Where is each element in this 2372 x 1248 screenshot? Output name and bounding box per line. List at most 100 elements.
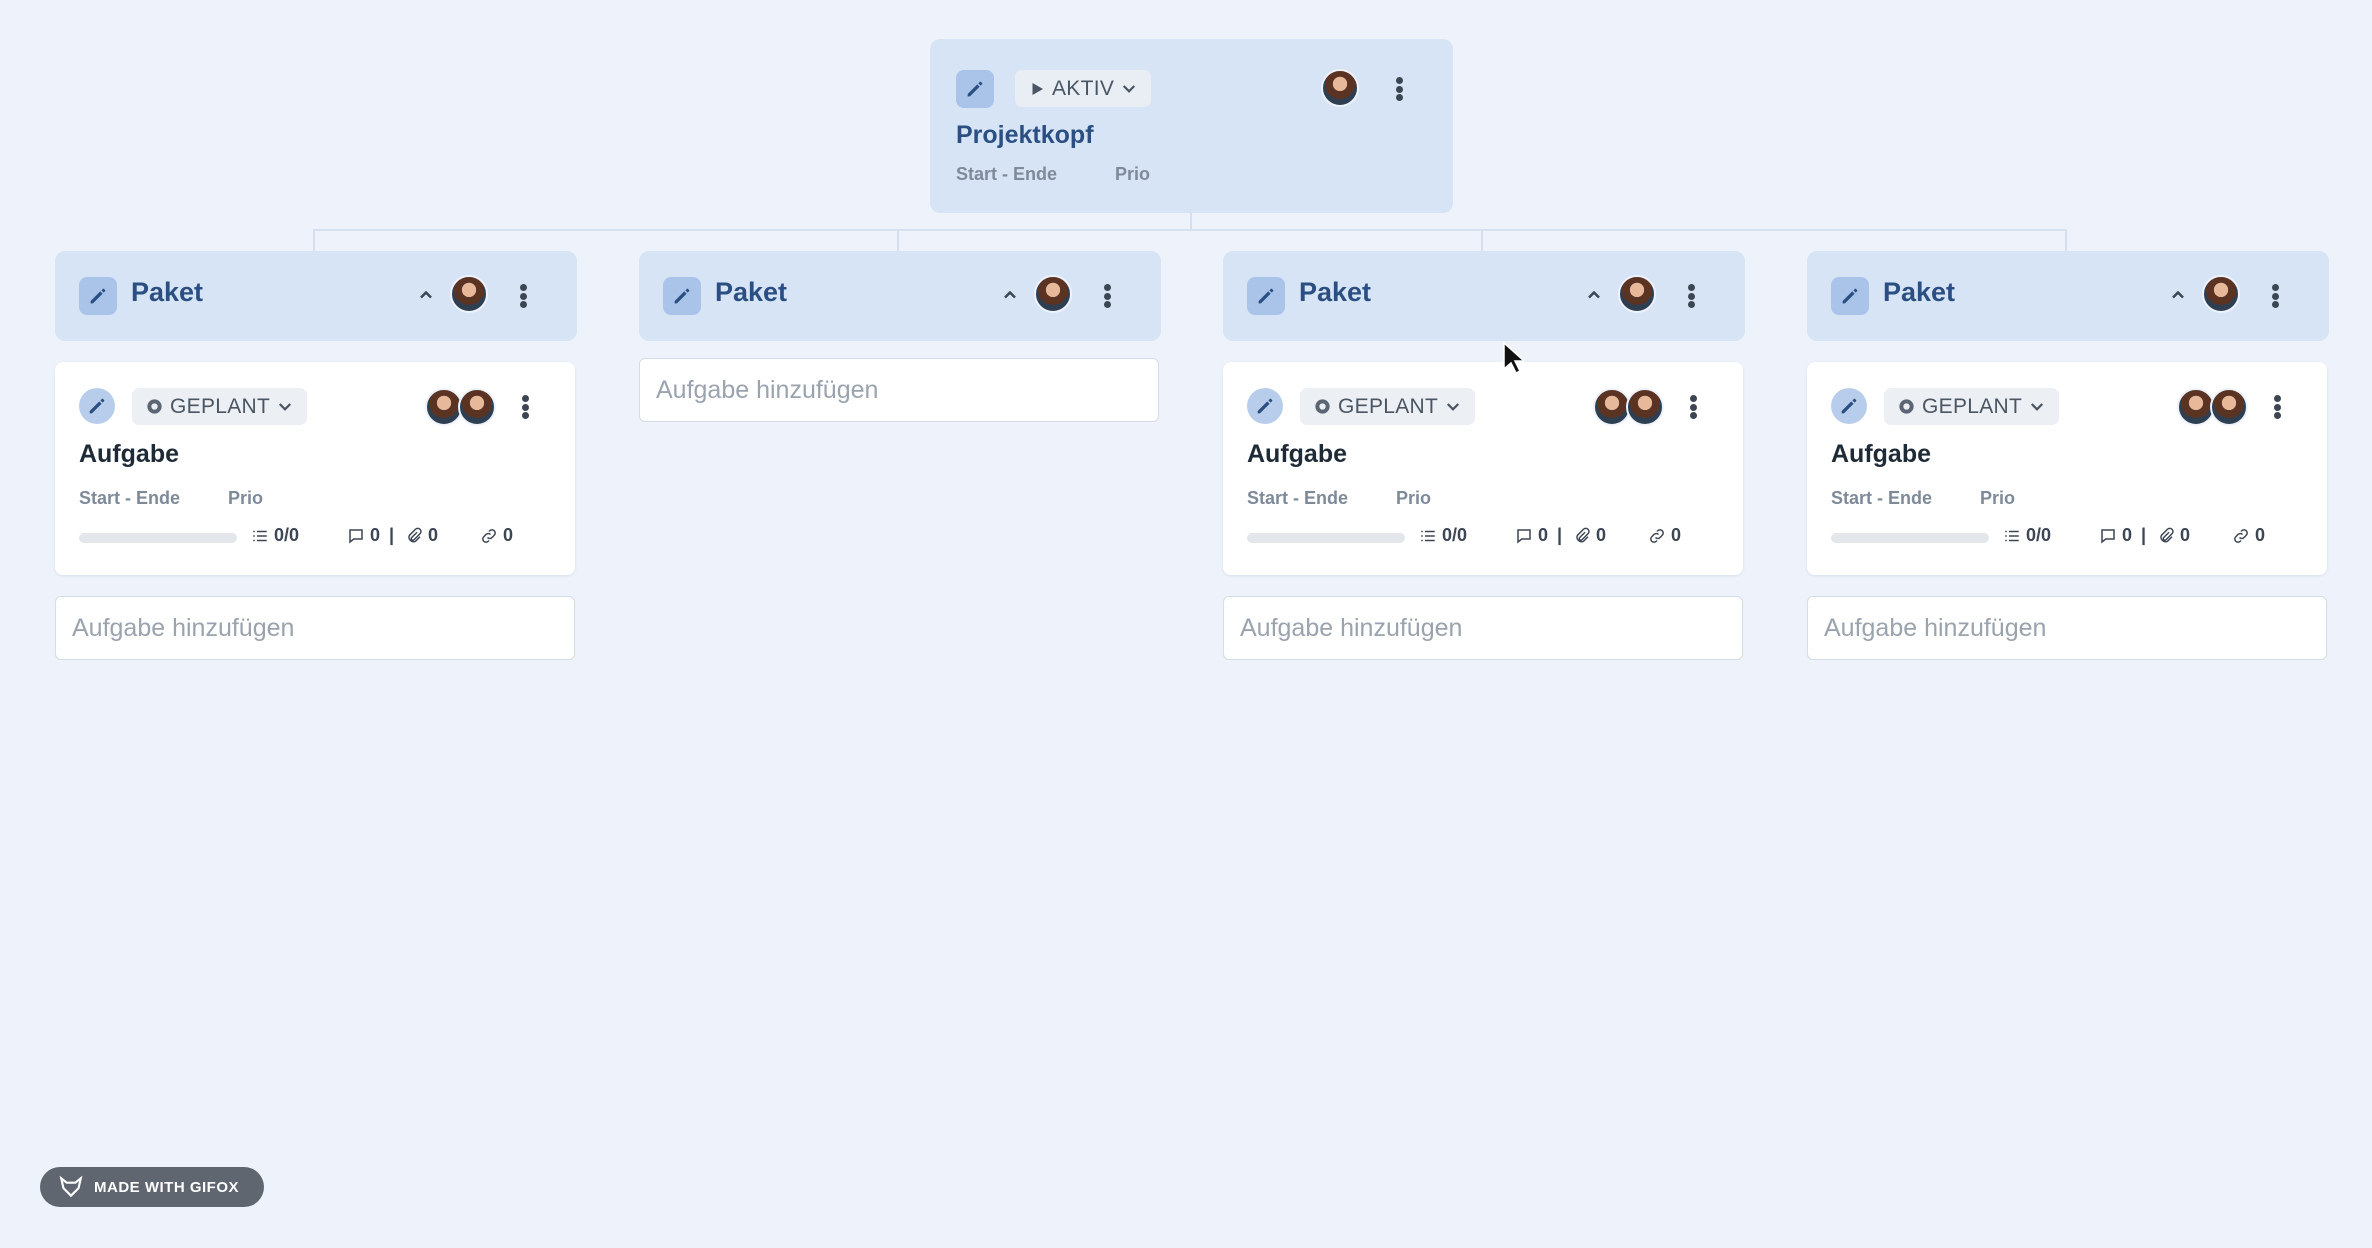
task-card[interactable]: GEPLANT Aufgabe Start - Ende Prio 0/0 0 … — [55, 362, 575, 575]
pencil-icon — [89, 398, 105, 414]
link-value: 0 — [503, 525, 514, 545]
pencil-icon — [1842, 288, 1858, 304]
task-status-label: GEPLANT — [170, 394, 271, 418]
checklist-count[interactable]: 0/0 — [1419, 525, 1467, 546]
avatar[interactable] — [1321, 69, 1359, 107]
task-card[interactable]: GEPLANT Aufgabe Start - Ende Prio 0/0 0 … — [1223, 362, 1743, 575]
task-menu-kebab-icon[interactable] — [520, 390, 530, 424]
avatar[interactable] — [450, 275, 488, 313]
package-title[interactable]: Paket — [131, 277, 203, 308]
task-progress-bar — [1247, 533, 1405, 543]
project-header-card[interactable]: AKTIV Projektkopf Start - Ende Prio — [930, 39, 1453, 213]
avatar[interactable] — [1618, 275, 1656, 313]
package-header[interactable]: Paket — [639, 251, 1161, 341]
edit-package-button[interactable] — [663, 277, 701, 315]
pencil-icon — [90, 288, 106, 304]
play-icon — [1032, 82, 1043, 95]
edit-package-button[interactable] — [1831, 277, 1869, 315]
edit-package-button[interactable] — [1247, 277, 1285, 315]
attachment-count[interactable]: 0 — [405, 525, 438, 546]
add-task-input[interactable]: Aufgabe hinzufügen — [55, 596, 575, 660]
avatar[interactable] — [2210, 388, 2248, 426]
avatar[interactable] — [1626, 388, 1664, 426]
link-count[interactable]: 0 — [480, 525, 513, 546]
checklist-count[interactable]: 0/0 — [2003, 525, 2051, 546]
task-status-dropdown[interactable]: GEPLANT — [1300, 388, 1476, 425]
task-prio[interactable]: Prio — [228, 488, 263, 509]
project-dates[interactable]: Start - Ende — [956, 164, 1057, 185]
project-title[interactable]: Projektkopf — [956, 121, 1094, 150]
package-title[interactable]: Paket — [715, 277, 787, 308]
package-menu-kebab-icon[interactable] — [1686, 279, 1696, 313]
task-title[interactable]: Aufgabe — [1831, 440, 1931, 469]
collapse-chevron-up-icon[interactable] — [1584, 285, 1604, 305]
avatar[interactable] — [458, 388, 496, 426]
attachment-value: 0 — [1596, 525, 1607, 545]
link-value: 0 — [1671, 525, 1682, 545]
task-status-label: GEPLANT — [1922, 394, 2023, 418]
link-count[interactable]: 0 — [2232, 525, 2265, 546]
collapse-chevron-up-icon[interactable] — [1000, 285, 1020, 305]
chevron-down-icon — [279, 402, 292, 411]
project-menu-kebab-icon[interactable] — [1394, 72, 1404, 106]
package-header[interactable]: Paket — [1223, 251, 1745, 341]
paperclip-icon — [1576, 527, 1590, 542]
link-value: 0 — [2255, 525, 2266, 545]
status-circle-icon — [147, 399, 162, 414]
link-icon — [482, 528, 496, 543]
task-prio[interactable]: Prio — [1396, 488, 1431, 509]
edit-project-button[interactable] — [956, 70, 994, 108]
task-dates[interactable]: Start - Ende — [1831, 488, 1932, 509]
edit-task-button[interactable] — [1831, 388, 1867, 424]
comment-count[interactable]: 0 | — [1515, 525, 1562, 546]
package-menu-kebab-icon[interactable] — [1102, 279, 1112, 313]
attachment-count[interactable]: 0 — [2157, 525, 2190, 546]
add-task-input[interactable]: Aufgabe hinzufügen — [639, 358, 1159, 422]
checklist-icon — [1421, 530, 1435, 541]
task-status-dropdown[interactable]: GEPLANT — [1884, 388, 2060, 425]
chevron-down-icon — [1123, 84, 1136, 93]
task-dates[interactable]: Start - Ende — [79, 488, 180, 509]
task-title[interactable]: Aufgabe — [1247, 440, 1347, 469]
add-task-input[interactable]: Aufgabe hinzufügen — [1223, 596, 1743, 660]
pencil-icon — [967, 81, 983, 97]
pencil-icon — [674, 288, 690, 304]
pencil-icon — [1841, 398, 1857, 414]
task-title[interactable]: Aufgabe — [79, 440, 179, 469]
checklist-value: 0/0 — [2026, 525, 2052, 545]
package-title[interactable]: Paket — [1883, 277, 1955, 308]
task-status-label: GEPLANT — [1338, 394, 1439, 418]
avatar[interactable] — [1034, 275, 1072, 313]
edit-package-button[interactable] — [79, 277, 117, 315]
comment-count[interactable]: 0 | — [2099, 525, 2146, 546]
tree-connector — [2065, 229, 2067, 251]
comment-count[interactable]: 0 | — [347, 525, 394, 546]
package-header[interactable]: Paket — [1807, 251, 2329, 341]
collapse-chevron-up-icon[interactable] — [2168, 285, 2188, 305]
package-menu-kebab-icon[interactable] — [518, 279, 528, 313]
project-status-dropdown[interactable]: AKTIV — [1015, 70, 1152, 107]
task-menu-kebab-icon[interactable] — [2272, 390, 2282, 424]
task-card[interactable]: GEPLANT Aufgabe Start - Ende Prio 0/0 0 … — [1807, 362, 2327, 575]
package-menu-kebab-icon[interactable] — [2270, 279, 2280, 313]
package-header[interactable]: Paket — [55, 251, 577, 341]
task-dates[interactable]: Start - Ende — [1247, 488, 1348, 509]
edit-task-button[interactable] — [79, 388, 115, 424]
tree-connector — [313, 229, 2067, 231]
task-status-dropdown[interactable]: GEPLANT — [132, 388, 308, 425]
project-prio[interactable]: Prio — [1115, 164, 1150, 185]
checklist-count[interactable]: 0/0 — [251, 525, 299, 546]
comment-icon — [2101, 528, 2115, 544]
add-task-input[interactable]: Aufgabe hinzufügen — [1807, 596, 2327, 660]
task-menu-kebab-icon[interactable] — [1688, 390, 1698, 424]
pencil-icon — [1257, 398, 1273, 414]
edit-task-button[interactable] — [1247, 388, 1283, 424]
collapse-chevron-up-icon[interactable] — [416, 285, 436, 305]
package-title[interactable]: Paket — [1299, 277, 1371, 308]
attachment-count[interactable]: 0 — [1573, 525, 1606, 546]
task-prio[interactable]: Prio — [1980, 488, 2015, 509]
status-circle-icon — [1315, 399, 1330, 414]
avatar[interactable] — [2202, 275, 2240, 313]
stat-divider: | — [389, 525, 395, 545]
link-count[interactable]: 0 — [1648, 525, 1681, 546]
